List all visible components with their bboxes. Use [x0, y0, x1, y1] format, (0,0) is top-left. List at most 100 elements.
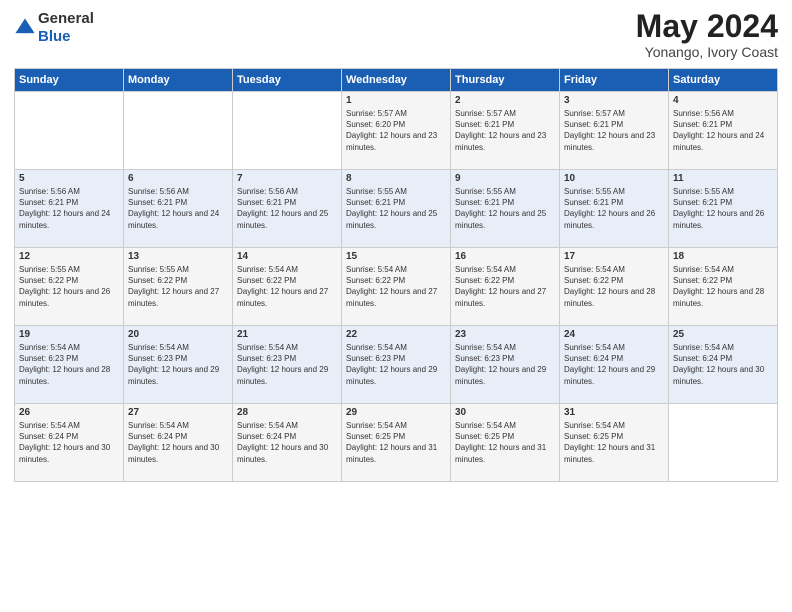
day-number: 1: [346, 95, 446, 106]
day-info: Sunrise: 5:54 AMSunset: 6:23 PMDaylight:…: [455, 342, 555, 387]
calendar-cell: 17Sunrise: 5:54 AMSunset: 6:22 PMDayligh…: [560, 248, 669, 326]
day-number: 15: [346, 251, 446, 262]
day-number: 7: [237, 173, 337, 184]
day-info: Sunrise: 5:55 AMSunset: 6:22 PMDaylight:…: [19, 264, 119, 309]
day-number: 19: [19, 329, 119, 340]
logo-icon: [14, 17, 36, 39]
day-number: 26: [19, 407, 119, 418]
calendar-week-row: 12Sunrise: 5:55 AMSunset: 6:22 PMDayligh…: [15, 248, 778, 326]
day-info: Sunrise: 5:57 AMSunset: 6:20 PMDaylight:…: [346, 108, 446, 153]
day-info: Sunrise: 5:56 AMSunset: 6:21 PMDaylight:…: [19, 186, 119, 231]
col-saturday: Saturday: [669, 69, 778, 92]
calendar-cell: 23Sunrise: 5:54 AMSunset: 6:23 PMDayligh…: [451, 326, 560, 404]
calendar-cell: 24Sunrise: 5:54 AMSunset: 6:24 PMDayligh…: [560, 326, 669, 404]
calendar-cell: 25Sunrise: 5:54 AMSunset: 6:24 PMDayligh…: [669, 326, 778, 404]
calendar-cell: 30Sunrise: 5:54 AMSunset: 6:25 PMDayligh…: [451, 404, 560, 482]
calendar-cell: 19 Sunrise: 5:54 AMSunset: 6:23 PMDayligh…: [15, 326, 124, 404]
calendar-week-row: 1 Sunrise: 5:57 AMSunset: 6:20 PMDaylight…: [15, 92, 778, 170]
calendar-cell: 16 Sunrise: 5:54 AMSunset: 6:22 PMDayligh…: [451, 248, 560, 326]
day-info: Sunrise: 5:57 AMSunset: 6:21 PMDaylight:…: [455, 108, 555, 153]
day-info: Sunrise: 5:54 AMSunset: 6:24 PMDaylight:…: [128, 420, 228, 465]
day-info: Sunrise: 5:54 AMSunset: 6:23 PMDaylight:…: [128, 342, 228, 387]
day-number: 5: [19, 173, 119, 184]
day-info: Sunrise: 5:54 AMSunset: 6:25 PMDaylight:…: [346, 420, 446, 465]
header: General Blue May 2024 Yonango, Ivory Coa…: [14, 10, 778, 60]
day-info: Sunrise: 5:56 AMSunset: 6:21 PMDaylight:…: [237, 186, 337, 231]
day-number: 14: [237, 251, 337, 262]
calendar-cell: 6 Sunrise: 5:56 AMSunset: 6:21 PMDaylight…: [124, 170, 233, 248]
day-number: 2: [455, 95, 555, 106]
day-number: 24: [564, 329, 664, 340]
calendar-cell: [233, 92, 342, 170]
col-wednesday: Wednesday: [342, 69, 451, 92]
day-info: Sunrise: 5:54 AMSunset: 6:22 PMDaylight:…: [346, 264, 446, 309]
day-info: Sunrise: 5:56 AMSunset: 6:21 PMDaylight:…: [128, 186, 228, 231]
title-block: May 2024 Yonango, Ivory Coast: [636, 10, 778, 60]
calendar-cell: 7 Sunrise: 5:56 AMSunset: 6:21 PMDaylight…: [233, 170, 342, 248]
calendar-week-row: 19 Sunrise: 5:54 AMSunset: 6:23 PMDayligh…: [15, 326, 778, 404]
col-monday: Monday: [124, 69, 233, 92]
logo: General Blue: [14, 10, 94, 46]
day-info: Sunrise: 5:54 AMSunset: 6:23 PMDaylight:…: [19, 342, 119, 387]
page: General Blue May 2024 Yonango, Ivory Coa…: [0, 0, 792, 612]
col-friday: Friday: [560, 69, 669, 92]
calendar-cell: 9 Sunrise: 5:55 AMSunset: 6:21 PMDaylight…: [451, 170, 560, 248]
day-number: 29: [346, 407, 446, 418]
calendar-cell: [124, 92, 233, 170]
day-number: 16: [455, 251, 555, 262]
day-number: 30: [455, 407, 555, 418]
calendar-cell: 27 Sunrise: 5:54 AMSunset: 6:24 PMDayligh…: [124, 404, 233, 482]
day-number: 27: [128, 407, 228, 418]
day-info: Sunrise: 5:56 AMSunset: 6:21 PMDaylight:…: [673, 108, 773, 153]
day-info: Sunrise: 5:54 AMSunset: 6:24 PMDaylight:…: [19, 420, 119, 465]
day-info: Sunrise: 5:54 AMSunset: 6:22 PMDaylight:…: [455, 264, 555, 309]
day-number: 6: [128, 173, 228, 184]
calendar-cell: 3 Sunrise: 5:57 AMSunset: 6:21 PMDaylight…: [560, 92, 669, 170]
calendar-cell: 5 Sunrise: 5:56 AMSunset: 6:21 PMDaylight…: [15, 170, 124, 248]
day-info: Sunrise: 5:54 AMSunset: 6:22 PMDaylight:…: [673, 264, 773, 309]
day-number: 8: [346, 173, 446, 184]
calendar-cell: 20 Sunrise: 5:54 AMSunset: 6:23 PMDayligh…: [124, 326, 233, 404]
col-thursday: Thursday: [451, 69, 560, 92]
calendar-cell: 1 Sunrise: 5:57 AMSunset: 6:20 PMDaylight…: [342, 92, 451, 170]
logo-blue: Blue: [38, 28, 71, 45]
day-info: Sunrise: 5:54 AMSunset: 6:24 PMDaylight:…: [673, 342, 773, 387]
calendar-cell: 4 Sunrise: 5:56 AMSunset: 6:21 PMDaylight…: [669, 92, 778, 170]
calendar-week-row: 26 Sunrise: 5:54 AMSunset: 6:24 PMDayligh…: [15, 404, 778, 482]
day-number: 22: [346, 329, 446, 340]
day-info: Sunrise: 5:55 AMSunset: 6:21 PMDaylight:…: [455, 186, 555, 231]
calendar-cell: 2 Sunrise: 5:57 AMSunset: 6:21 PMDaylight…: [451, 92, 560, 170]
calendar-cell: [15, 92, 124, 170]
calendar-cell: 22 Sunrise: 5:54 AMSunset: 6:23 PMDayligh…: [342, 326, 451, 404]
day-number: 21: [237, 329, 337, 340]
day-info: Sunrise: 5:54 AMSunset: 6:22 PMDaylight:…: [564, 264, 664, 309]
day-number: 20: [128, 329, 228, 340]
day-info: Sunrise: 5:54 AMSunset: 6:25 PMDaylight:…: [564, 420, 664, 465]
day-info: Sunrise: 5:55 AMSunset: 6:21 PMDaylight:…: [564, 186, 664, 231]
day-info: Sunrise: 5:57 AMSunset: 6:21 PMDaylight:…: [564, 108, 664, 153]
calendar-cell: [669, 404, 778, 482]
calendar-cell: 18 Sunrise: 5:54 AMSunset: 6:22 PMDayligh…: [669, 248, 778, 326]
day-info: Sunrise: 5:55 AMSunset: 6:22 PMDaylight:…: [128, 264, 228, 309]
day-info: Sunrise: 5:55 AMSunset: 6:21 PMDaylight:…: [673, 186, 773, 231]
calendar-title: May 2024: [636, 10, 778, 42]
weekday-header-row: Sunday Monday Tuesday Wednesday Thursday…: [15, 69, 778, 92]
logo-general: General: [38, 10, 94, 27]
calendar-cell: 15 Sunrise: 5:54 AMSunset: 6:22 PMDayligh…: [342, 248, 451, 326]
day-number: 13: [128, 251, 228, 262]
calendar-cell: 10Sunrise: 5:55 AMSunset: 6:21 PMDayligh…: [560, 170, 669, 248]
day-number: 31: [564, 407, 664, 418]
day-number: 4: [673, 95, 773, 106]
calendar-cell: 8Sunrise: 5:55 AMSunset: 6:21 PMDaylight…: [342, 170, 451, 248]
calendar-subtitle: Yonango, Ivory Coast: [636, 44, 778, 60]
calendar-cell: 31 Sunrise: 5:54 AMSunset: 6:25 PMDayligh…: [560, 404, 669, 482]
day-number: 9: [455, 173, 555, 184]
day-number: 18: [673, 251, 773, 262]
calendar-cell: 12Sunrise: 5:55 AMSunset: 6:22 PMDayligh…: [15, 248, 124, 326]
day-number: 28: [237, 407, 337, 418]
calendar-week-row: 5 Sunrise: 5:56 AMSunset: 6:21 PMDaylight…: [15, 170, 778, 248]
day-info: Sunrise: 5:54 AMSunset: 6:22 PMDaylight:…: [237, 264, 337, 309]
col-sunday: Sunday: [15, 69, 124, 92]
day-info: Sunrise: 5:54 AMSunset: 6:23 PMDaylight:…: [346, 342, 446, 387]
day-number: 3: [564, 95, 664, 106]
